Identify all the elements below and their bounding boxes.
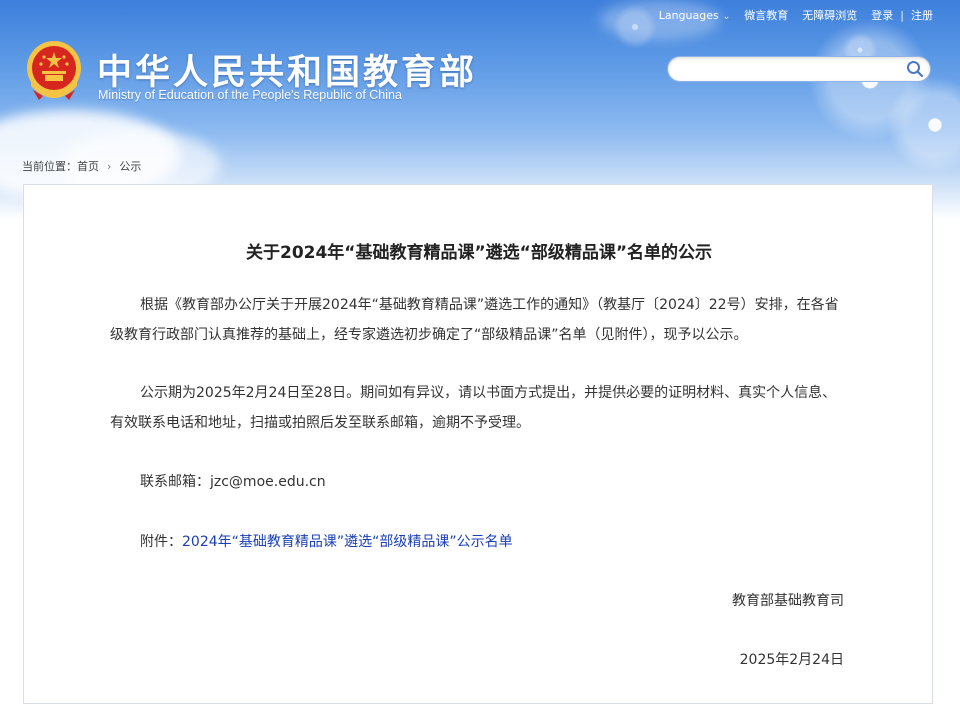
attachment-label: 附件：	[140, 534, 182, 550]
attachment-line: 附件：2024年“基础教育精品课”遴选“部级精品课”公示名单	[110, 527, 850, 557]
emblem-icon[interactable]	[25, 40, 83, 102]
login-link[interactable]: 登录	[871, 7, 893, 23]
breadcrumb-label: 当前位置：	[22, 160, 77, 173]
chevron-down-icon: ⌄	[722, 11, 731, 22]
breadcrumb-home-link[interactable]: 首页	[77, 160, 99, 173]
breadcrumb-current[interactable]: 公示	[119, 160, 141, 173]
attachment-link[interactable]: 2024年“基础教育精品课”遴选“部级精品课”公示名单	[182, 534, 513, 550]
search-icon[interactable]	[906, 60, 924, 78]
article-card: 关于2024年“基础教育精品课”遴选“部级精品课”名单的公示 根据《教育部办公厅…	[23, 184, 933, 704]
article-paragraph-1: 根据《教育部办公厅关于开展2024年“基础教育精品课”遴选工作的通知》（教基厅〔…	[110, 297, 839, 343]
weibo-link[interactable]: 微言教育	[744, 7, 788, 23]
top-links-bar: Languages ⌄ 微言教育 无障碍浏览 登录 | 注册	[659, 7, 933, 23]
breadcrumb: 当前位置：首页 › 公示	[22, 158, 141, 174]
register-link[interactable]: 注册	[911, 7, 933, 23]
search-box	[667, 56, 931, 82]
search-input[interactable]	[680, 60, 904, 80]
article-title: 关于2024年“基础教育精品课”遴选“部级精品课”名单的公示	[245, 243, 712, 263]
contact-email-line: 联系邮箱：jzc@moe.edu.cn	[110, 467, 850, 497]
article-paragraph-2: 公示期为2025年2月24日至28日。期间如有异议，请以书面方式提出，并提供必要…	[110, 385, 837, 431]
accessibility-link[interactable]: 无障碍浏览	[802, 7, 857, 23]
chevron-right-icon: ›	[107, 160, 112, 173]
top-links-separator: |	[900, 8, 904, 22]
email-label: 联系邮箱：	[140, 474, 210, 490]
languages-menu[interactable]: Languages ⌄	[659, 9, 731, 22]
signature-date: 2025年2月24日	[739, 652, 844, 668]
languages-label: Languages	[658, 8, 719, 22]
signature-org: 教育部基础教育司	[732, 593, 844, 609]
site-subtitle: Ministry of Education of the People's Re…	[98, 88, 402, 102]
contact-email: jzc@moe.edu.cn	[210, 474, 326, 490]
dandelion-decoration	[610, 2, 660, 52]
